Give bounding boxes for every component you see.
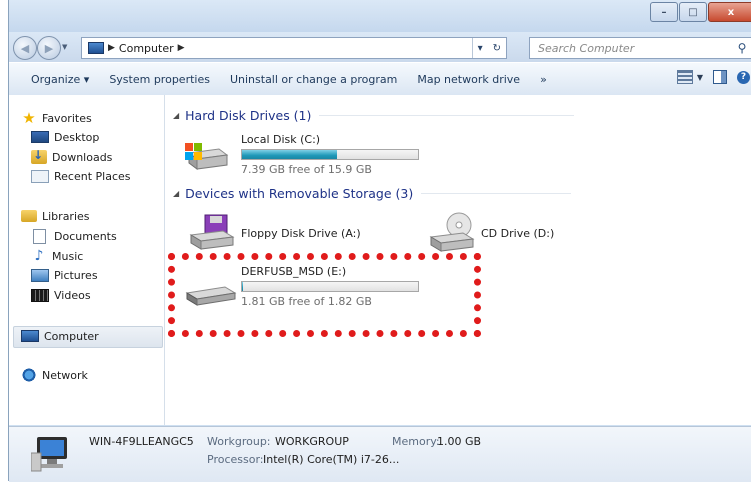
capacity-bar-c (241, 149, 419, 160)
view-icon (676, 70, 693, 84)
computer-name: WIN-4F9LLEANGC5 (89, 435, 194, 448)
details-pane: WIN-4F9LLEANGC5 Workgroup: WORKGROUP Mem… (9, 426, 751, 482)
address-bar-controls: ▾ ↻ (471, 38, 506, 58)
search-icon[interactable]: ⚲ (733, 41, 751, 55)
highlight-annotation-box (168, 253, 481, 337)
nav-music[interactable]: ♪ Music (31, 247, 84, 265)
music-note-icon: ♪ (34, 248, 44, 264)
nav-recent-places[interactable]: Recent Places (31, 167, 131, 185)
view-chevron-icon: ▼ (696, 72, 703, 82)
libraries-icon (21, 210, 37, 222)
nav-network-label: Network (42, 368, 88, 382)
minimize-button[interactable]: – (650, 2, 678, 22)
change-view-button[interactable]: ▼ (676, 70, 703, 84)
breadcrumb-separator-icon: ▶ (108, 43, 115, 53)
group-divider (421, 193, 572, 194)
address-row: ◀ ▶ ▼ ▶ Computer ▶ ▾ ↻ Search Computer ⚲ (9, 32, 751, 62)
pictures-icon (31, 268, 49, 282)
nav-favorites-label: Favorites (42, 111, 92, 125)
nav-videos-label: Videos (54, 288, 91, 302)
nav-pictures-label: Pictures (54, 268, 98, 282)
search-box[interactable]: Search Computer ⚲ (529, 37, 751, 59)
recent-places-icon (31, 169, 49, 183)
nav-desktop-label: Desktop (54, 130, 100, 144)
nav-libraries-label: Libraries (42, 209, 90, 223)
documents-icon (33, 228, 46, 244)
drive-free-space-c: 7.39 GB free of 15.9 GB (241, 163, 372, 176)
content-pane: ◢ Hard Disk Drives (1) Local Disk (C:) 7… (165, 95, 751, 425)
organize-button[interactable]: Organize ▾ (9, 73, 99, 86)
title-bar: – □ x (9, 0, 751, 32)
group-hard-disk-drives[interactable]: ◢ Hard Disk Drives (1) (173, 108, 575, 123)
recent-pages-chevron-icon[interactable]: ▼ (62, 43, 67, 51)
breadcrumb-computer[interactable]: Computer (119, 42, 174, 55)
back-arrow-icon: ◀ (20, 41, 30, 55)
forward-arrow-icon: ▶ (44, 41, 54, 55)
nav-libraries[interactable]: Libraries (21, 207, 90, 225)
address-bar[interactable]: ▶ Computer ▶ ▾ ↻ (81, 37, 507, 59)
view-controls: ▼ ? (676, 70, 750, 84)
computer-icon (88, 42, 104, 54)
drive-name-d: CD Drive (D:) (481, 227, 555, 240)
cd-drive-icon (429, 212, 475, 252)
network-icon (21, 368, 37, 382)
breadcrumb-chevron-icon[interactable]: ▶ (178, 43, 185, 53)
search-input[interactable]: Search Computer (530, 42, 733, 55)
forward-button[interactable]: ▶ (37, 36, 61, 60)
nav-computer[interactable]: Computer (21, 327, 99, 345)
nav-videos[interactable]: Videos (31, 286, 91, 304)
memory-label: Memory: (392, 435, 440, 448)
hard-disk-drive-icon (185, 143, 229, 170)
drive-name-a: Floppy Disk Drive (A:) (241, 227, 361, 240)
uninstall-program-button[interactable]: Uninstall or change a program (220, 73, 407, 86)
navigation-pane: ★ Favorites Desktop Downloads Recent Pla… (9, 95, 165, 425)
back-button[interactable]: ◀ (13, 36, 37, 60)
floppy-disk-drive-icon (189, 214, 235, 250)
drive-name-c: Local Disk (C:) (241, 133, 321, 146)
group-removable-storage[interactable]: ◢ Devices with Removable Storage (3) (173, 186, 572, 201)
close-button[interactable]: x (708, 2, 751, 22)
nav-documents[interactable]: Documents (31, 227, 117, 245)
nav-documents-label: Documents (54, 229, 117, 243)
computer-monitor-icon (31, 437, 67, 472)
nav-pictures[interactable]: Pictures (31, 266, 98, 284)
nav-music-label: Music (52, 249, 84, 263)
maximize-button[interactable]: □ (679, 2, 707, 22)
map-network-drive-button[interactable]: Map network drive (407, 73, 530, 86)
nav-computer-label: Computer (44, 329, 99, 343)
processor-label: Processor: (207, 453, 264, 466)
computer-name-value: WIN-4F9LLEANGC5 (89, 435, 194, 448)
computer-icon (21, 330, 39, 342)
more-commands-button[interactable]: » (530, 73, 557, 86)
preview-pane-icon[interactable] (713, 70, 727, 84)
nav-favorites[interactable]: ★ Favorites (21, 109, 92, 127)
workgroup-value: WORKGROUP (275, 435, 349, 448)
command-bar: Organize ▾ System properties Uninstall o… (9, 62, 751, 96)
processor-value: Intel(R) Core(TM) i7-26... (263, 453, 400, 466)
group-divider (319, 115, 575, 116)
desktop-icon (31, 131, 49, 143)
refresh-icon[interactable]: ↻ (488, 43, 506, 54)
address-dropdown-icon[interactable]: ▾ (473, 43, 488, 54)
nav-downloads-label: Downloads (52, 150, 113, 164)
nav-desktop[interactable]: Desktop (31, 128, 99, 146)
nav-downloads[interactable]: Downloads (31, 148, 112, 166)
collapse-triangle-icon: ◢ (173, 189, 180, 198)
collapse-triangle-icon: ◢ (173, 111, 180, 120)
group-header-hdd: Hard Disk Drives (1) (185, 108, 312, 123)
nav-network[interactable]: Network (21, 366, 88, 384)
group-header-removable: Devices with Removable Storage (3) (185, 186, 414, 201)
memory-value: 1.00 GB (437, 435, 482, 448)
workgroup-label: Workgroup: (207, 435, 271, 448)
system-properties-button[interactable]: System properties (99, 73, 220, 86)
downloads-folder-icon (31, 148, 47, 164)
nav-recent-label: Recent Places (54, 169, 131, 183)
capacity-bar-c-fill (242, 150, 338, 159)
star-icon: ★ (22, 109, 36, 127)
explorer-window: – □ x ◀ ▶ ▼ ▶ Computer ▶ ▾ ↻ Search Comp… (8, 0, 751, 482)
help-icon[interactable]: ? (737, 70, 750, 84)
videos-filmstrip-icon (31, 288, 49, 302)
caption-buttons: – □ x (649, 2, 751, 22)
